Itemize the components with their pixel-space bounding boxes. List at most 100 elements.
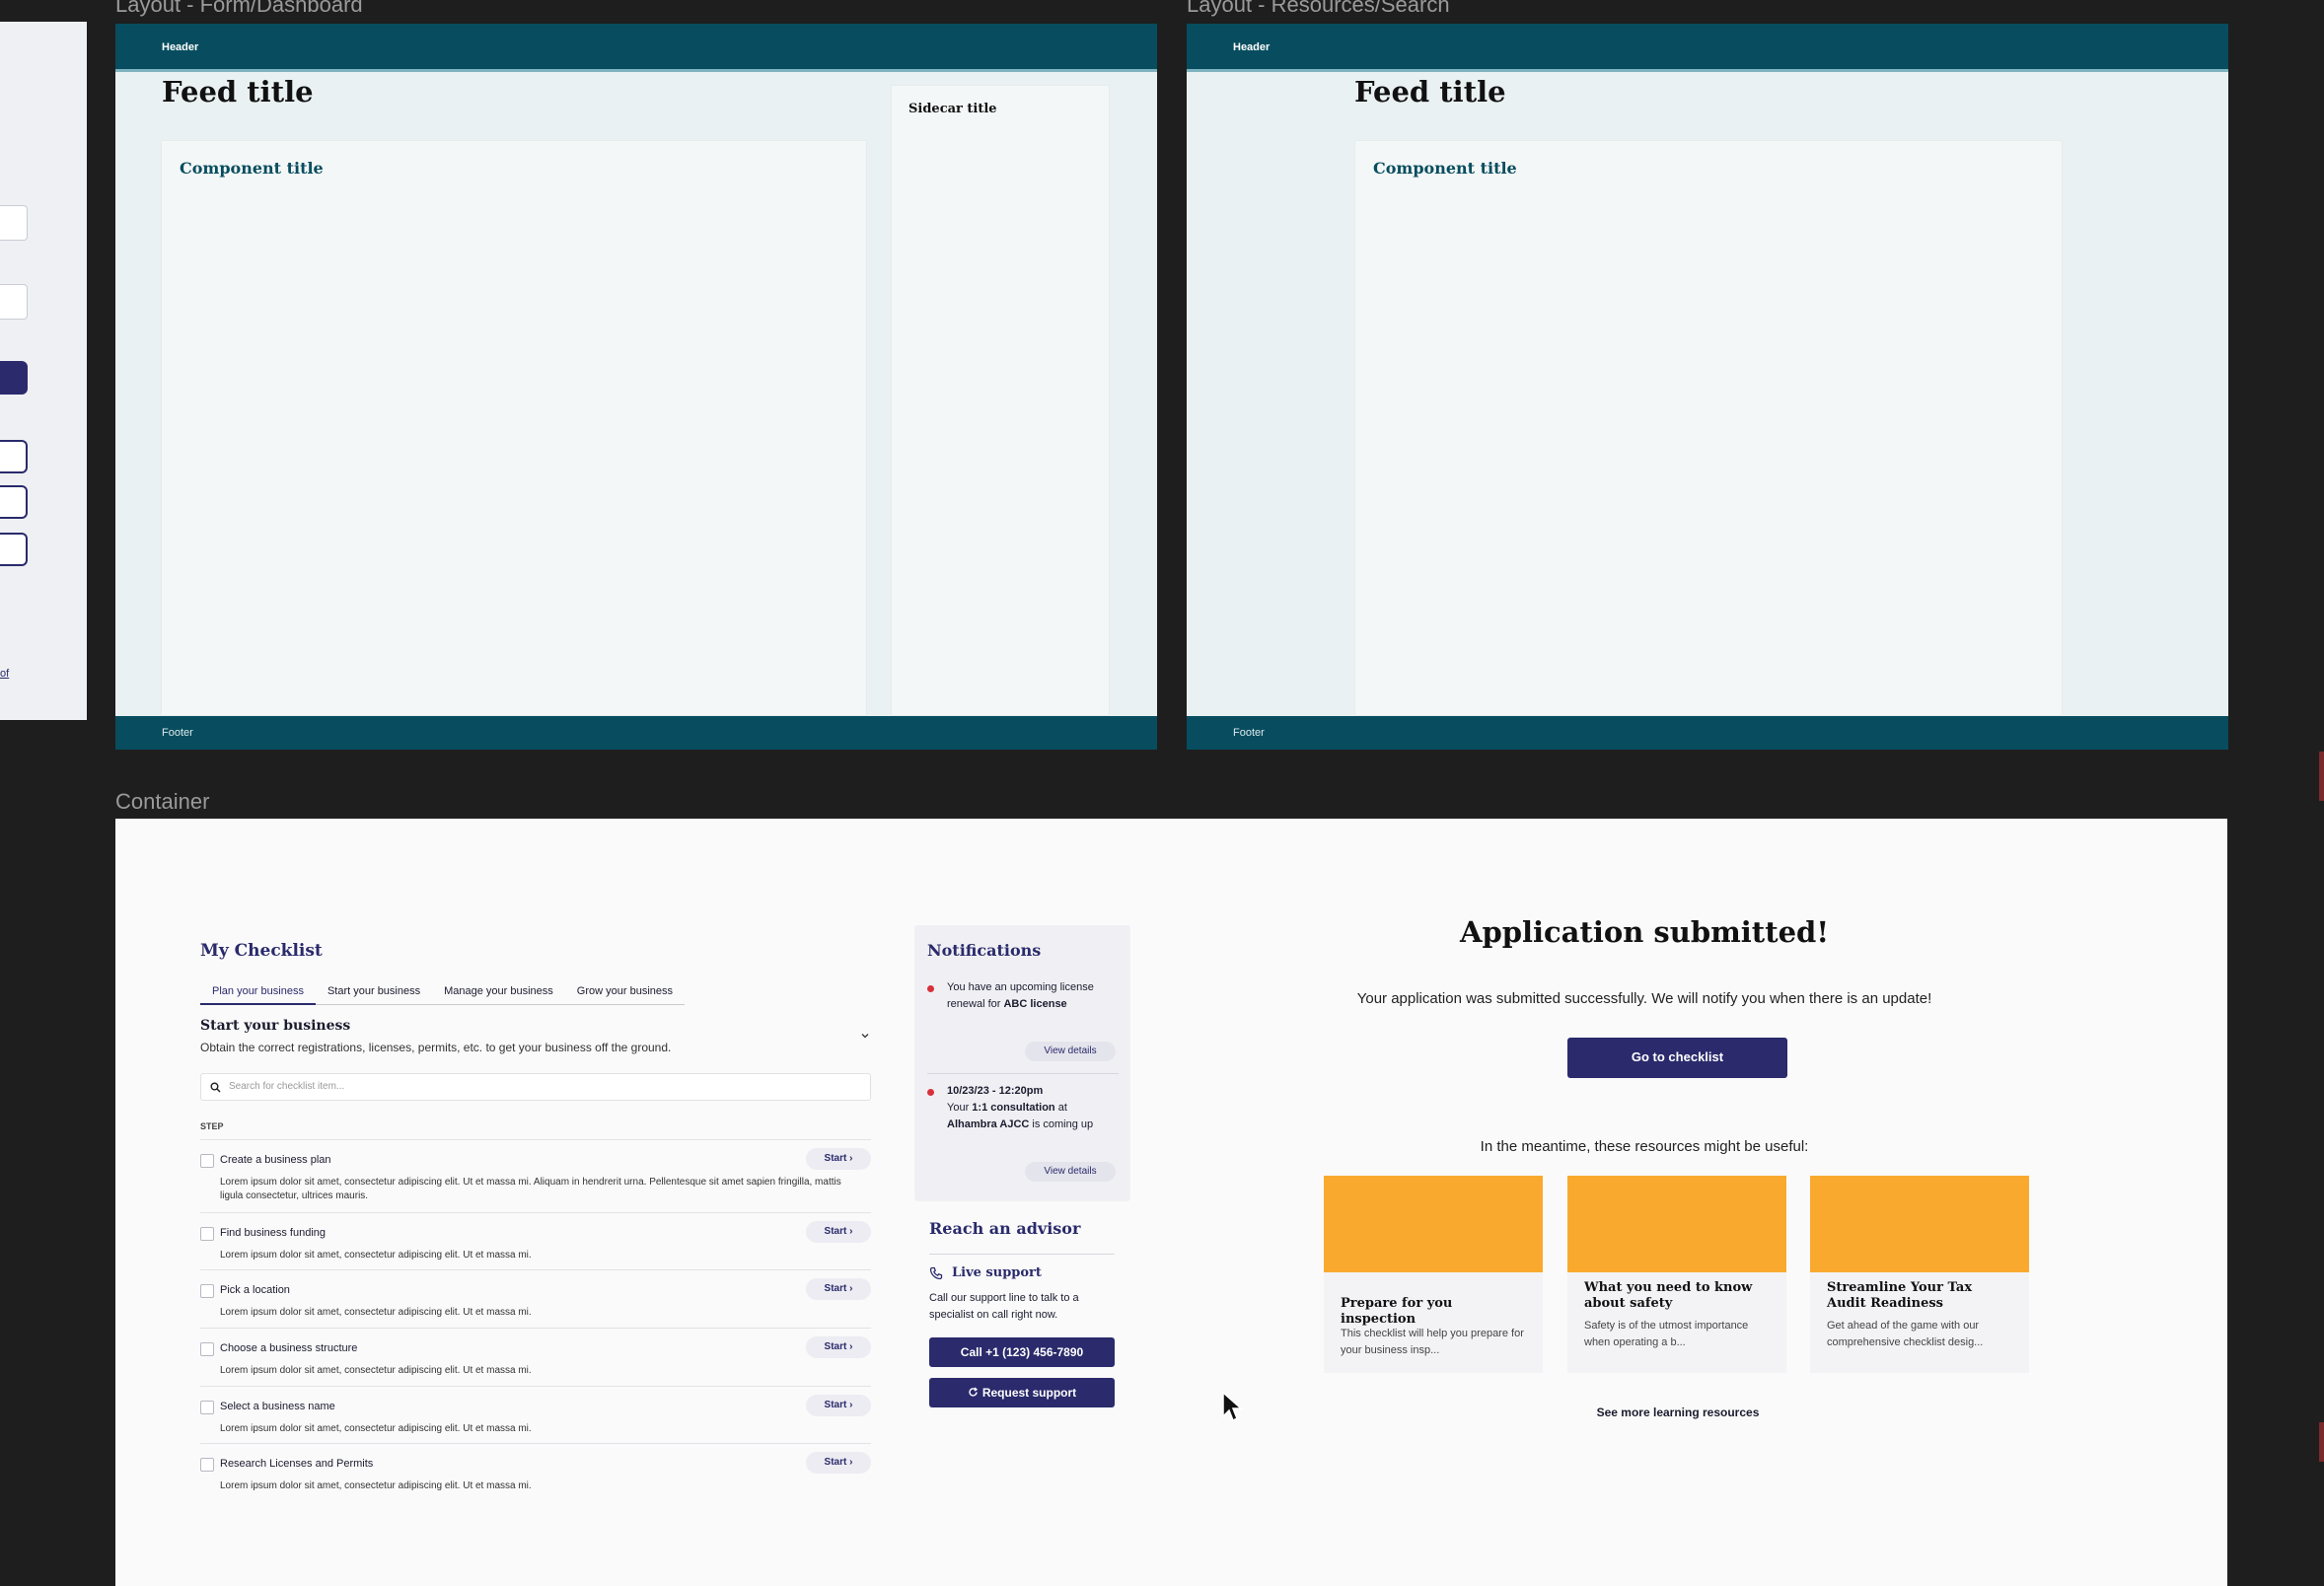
resource-description: Safety is of the utmost importance when … bbox=[1584, 1320, 1749, 1348]
step-checkbox[interactable] bbox=[200, 1284, 214, 1298]
resource-image bbox=[1567, 1176, 1786, 1272]
start-button[interactable]: Start › bbox=[806, 1452, 871, 1474]
unread-dot bbox=[927, 985, 934, 992]
start-button[interactable]: Start › bbox=[806, 1221, 871, 1243]
search-icon bbox=[210, 1082, 221, 1096]
feed-title: Feed title bbox=[162, 75, 314, 108]
form-input[interactable] bbox=[0, 205, 28, 241]
step-description: Lorem ipsum dolor sit amet, consectetur … bbox=[220, 1480, 532, 1491]
outline-button[interactable] bbox=[0, 533, 28, 566]
notification-item: You have an upcoming license renewal for… bbox=[927, 979, 1105, 1013]
step-checkbox[interactable] bbox=[200, 1401, 214, 1414]
tab-start-your-business[interactable]: Start your business bbox=[315, 985, 433, 1005]
step-name: Research Licenses and Permits bbox=[220, 1458, 374, 1470]
tab-plan-your-business[interactable]: Plan your business bbox=[200, 985, 316, 1005]
resource-card[interactable]: Prepare for you inspection This checklis… bbox=[1324, 1176, 1543, 1373]
resource-title: Prepare for you inspection bbox=[1341, 1296, 1453, 1327]
live-support-description: Call our support line to talk to a speci… bbox=[929, 1292, 1079, 1321]
resource-card[interactable]: What you need to know about safety Safet… bbox=[1567, 1176, 1786, 1373]
component-title: Component title bbox=[1373, 159, 1517, 178]
left-partial-frame: of bbox=[0, 22, 87, 720]
checklist-step: Research Licenses and Permits Lorem ipsu… bbox=[200, 1443, 871, 1494]
tab-grow-your-business[interactable]: Grow your business bbox=[564, 985, 686, 1005]
layout-footer: Footer bbox=[1187, 716, 2228, 750]
feed-title: Feed title bbox=[1354, 75, 1506, 108]
step-name: Find business funding bbox=[220, 1227, 327, 1239]
view-details-button[interactable]: View details bbox=[1025, 1042, 1116, 1061]
step-name: Choose a business structure bbox=[220, 1342, 358, 1354]
go-to-checklist-button[interactable]: Go to checklist bbox=[1567, 1038, 1787, 1078]
step-column-header: STEP bbox=[200, 1121, 224, 1131]
step-description: Lorem ipsum dolor sit amet, consectetur … bbox=[220, 1177, 841, 1201]
section-title: Start your business bbox=[200, 1018, 351, 1034]
chevron-right-icon: › bbox=[849, 1341, 853, 1352]
step-checkbox[interactable] bbox=[200, 1458, 214, 1472]
outline-button[interactable] bbox=[0, 485, 28, 519]
notifications-title: Notifications bbox=[927, 941, 1042, 960]
step-description: Lorem ipsum dolor sit amet, consectetur … bbox=[220, 1307, 532, 1318]
resource-title: What you need to know about safety bbox=[1584, 1280, 1753, 1311]
frame-label: Layout - Resources/Search bbox=[1187, 0, 1450, 17]
step-name: Select a business name bbox=[220, 1401, 335, 1412]
chevron-down-icon[interactable] bbox=[859, 1029, 871, 1041]
chevron-right-icon: › bbox=[849, 1283, 853, 1294]
advisor-title: Reach an advisor bbox=[929, 1219, 1081, 1238]
step-name: Pick a location bbox=[220, 1284, 290, 1296]
notifications-card: Notifications You have an upcoming licen… bbox=[914, 925, 1130, 1201]
section-description: Obtain the correct registrations, licens… bbox=[200, 1041, 672, 1054]
step-checkbox[interactable] bbox=[200, 1154, 214, 1168]
search-input[interactable]: Search for checklist item... bbox=[200, 1073, 871, 1101]
sidecar-title: Sidecar title bbox=[908, 102, 997, 116]
form-input[interactable] bbox=[0, 284, 28, 320]
primary-button[interactable] bbox=[0, 361, 28, 395]
step-description: Lorem ipsum dolor sit amet, consectetur … bbox=[220, 1423, 532, 1434]
unread-dot bbox=[927, 1089, 934, 1096]
request-support-button[interactable]: Request support bbox=[929, 1378, 1115, 1407]
chevron-right-icon: › bbox=[849, 1457, 853, 1468]
frame-label: Layout - Form/Dashboard bbox=[115, 0, 363, 17]
component-box: Component title bbox=[1354, 140, 2063, 716]
tab-manage-your-business[interactable]: Manage your business bbox=[432, 985, 565, 1005]
checklist-step: Pick a location Lorem ipsum dolor sit am… bbox=[200, 1269, 871, 1328]
layout-resources-search-frame[interactable]: Header Feed title Component title Footer bbox=[1187, 24, 2228, 750]
start-button[interactable]: Start › bbox=[806, 1336, 871, 1358]
canvas-edge-marker bbox=[2319, 1422, 2324, 1462]
start-button[interactable]: Start › bbox=[806, 1148, 871, 1170]
chevron-right-icon: › bbox=[849, 1153, 853, 1164]
component-box: Component title bbox=[161, 140, 867, 716]
resource-description: This checklist will help you prepare for… bbox=[1341, 1328, 1524, 1356]
layout-form-dashboard-frame[interactable]: Header Feed title Component title Sideca… bbox=[115, 24, 1157, 750]
divider bbox=[927, 1073, 1119, 1074]
checklist-step: Create a business plan Lorem ipsum dolor… bbox=[200, 1139, 871, 1212]
resources-intro: In the meantime, these resources might b… bbox=[1480, 1138, 1809, 1155]
checklist-title: My Checklist bbox=[200, 941, 323, 961]
outline-button[interactable] bbox=[0, 440, 28, 473]
application-title: Application submitted! bbox=[1459, 915, 1830, 949]
start-button[interactable]: Start › bbox=[806, 1395, 871, 1416]
application-description: Your application was submitted successfu… bbox=[1356, 990, 1932, 1007]
step-description: Lorem ipsum dolor sit amet, consectetur … bbox=[220, 1250, 532, 1261]
checklist-step: Select a business name Lorem ipsum dolor… bbox=[200, 1386, 871, 1443]
resource-image bbox=[1324, 1176, 1543, 1272]
chevron-right-icon: › bbox=[849, 1226, 853, 1237]
chevron-right-icon: › bbox=[849, 1400, 853, 1410]
step-description: Lorem ipsum dolor sit amet, consectetur … bbox=[220, 1365, 532, 1376]
canvas-edge-marker bbox=[2319, 752, 2324, 801]
start-button[interactable]: Start › bbox=[806, 1278, 871, 1300]
layout-footer: Footer bbox=[115, 716, 1157, 750]
see-more-resources-link[interactable]: See more learning resources bbox=[1496, 1406, 1859, 1419]
call-button[interactable]: Call +1 (123) 456-7890 bbox=[929, 1337, 1115, 1367]
step-checkbox[interactable] bbox=[200, 1227, 214, 1241]
step-checkbox[interactable] bbox=[200, 1342, 214, 1356]
link[interactable]: of bbox=[0, 668, 9, 680]
checklist-tabs: Plan your business Start your business M… bbox=[200, 985, 686, 1005]
view-details-button[interactable]: View details bbox=[1025, 1162, 1116, 1182]
mouse-cursor-icon bbox=[1221, 1391, 1243, 1429]
checklist-step: Choose a business structure Lorem ipsum … bbox=[200, 1328, 871, 1386]
sidecar: Sidecar title bbox=[891, 85, 1110, 716]
checklist-step: Find business funding Lorem ipsum dolor … bbox=[200, 1212, 871, 1269]
notification-item: 10/23/23 - 12:20pm Your 1:1 consultation… bbox=[927, 1083, 1105, 1133]
container-frame[interactable]: My Checklist Plan your business Start yo… bbox=[115, 819, 2227, 1586]
resource-card[interactable]: Streamline Your Tax Audit Readiness Get … bbox=[1810, 1176, 2029, 1373]
phone-icon bbox=[929, 1266, 943, 1280]
